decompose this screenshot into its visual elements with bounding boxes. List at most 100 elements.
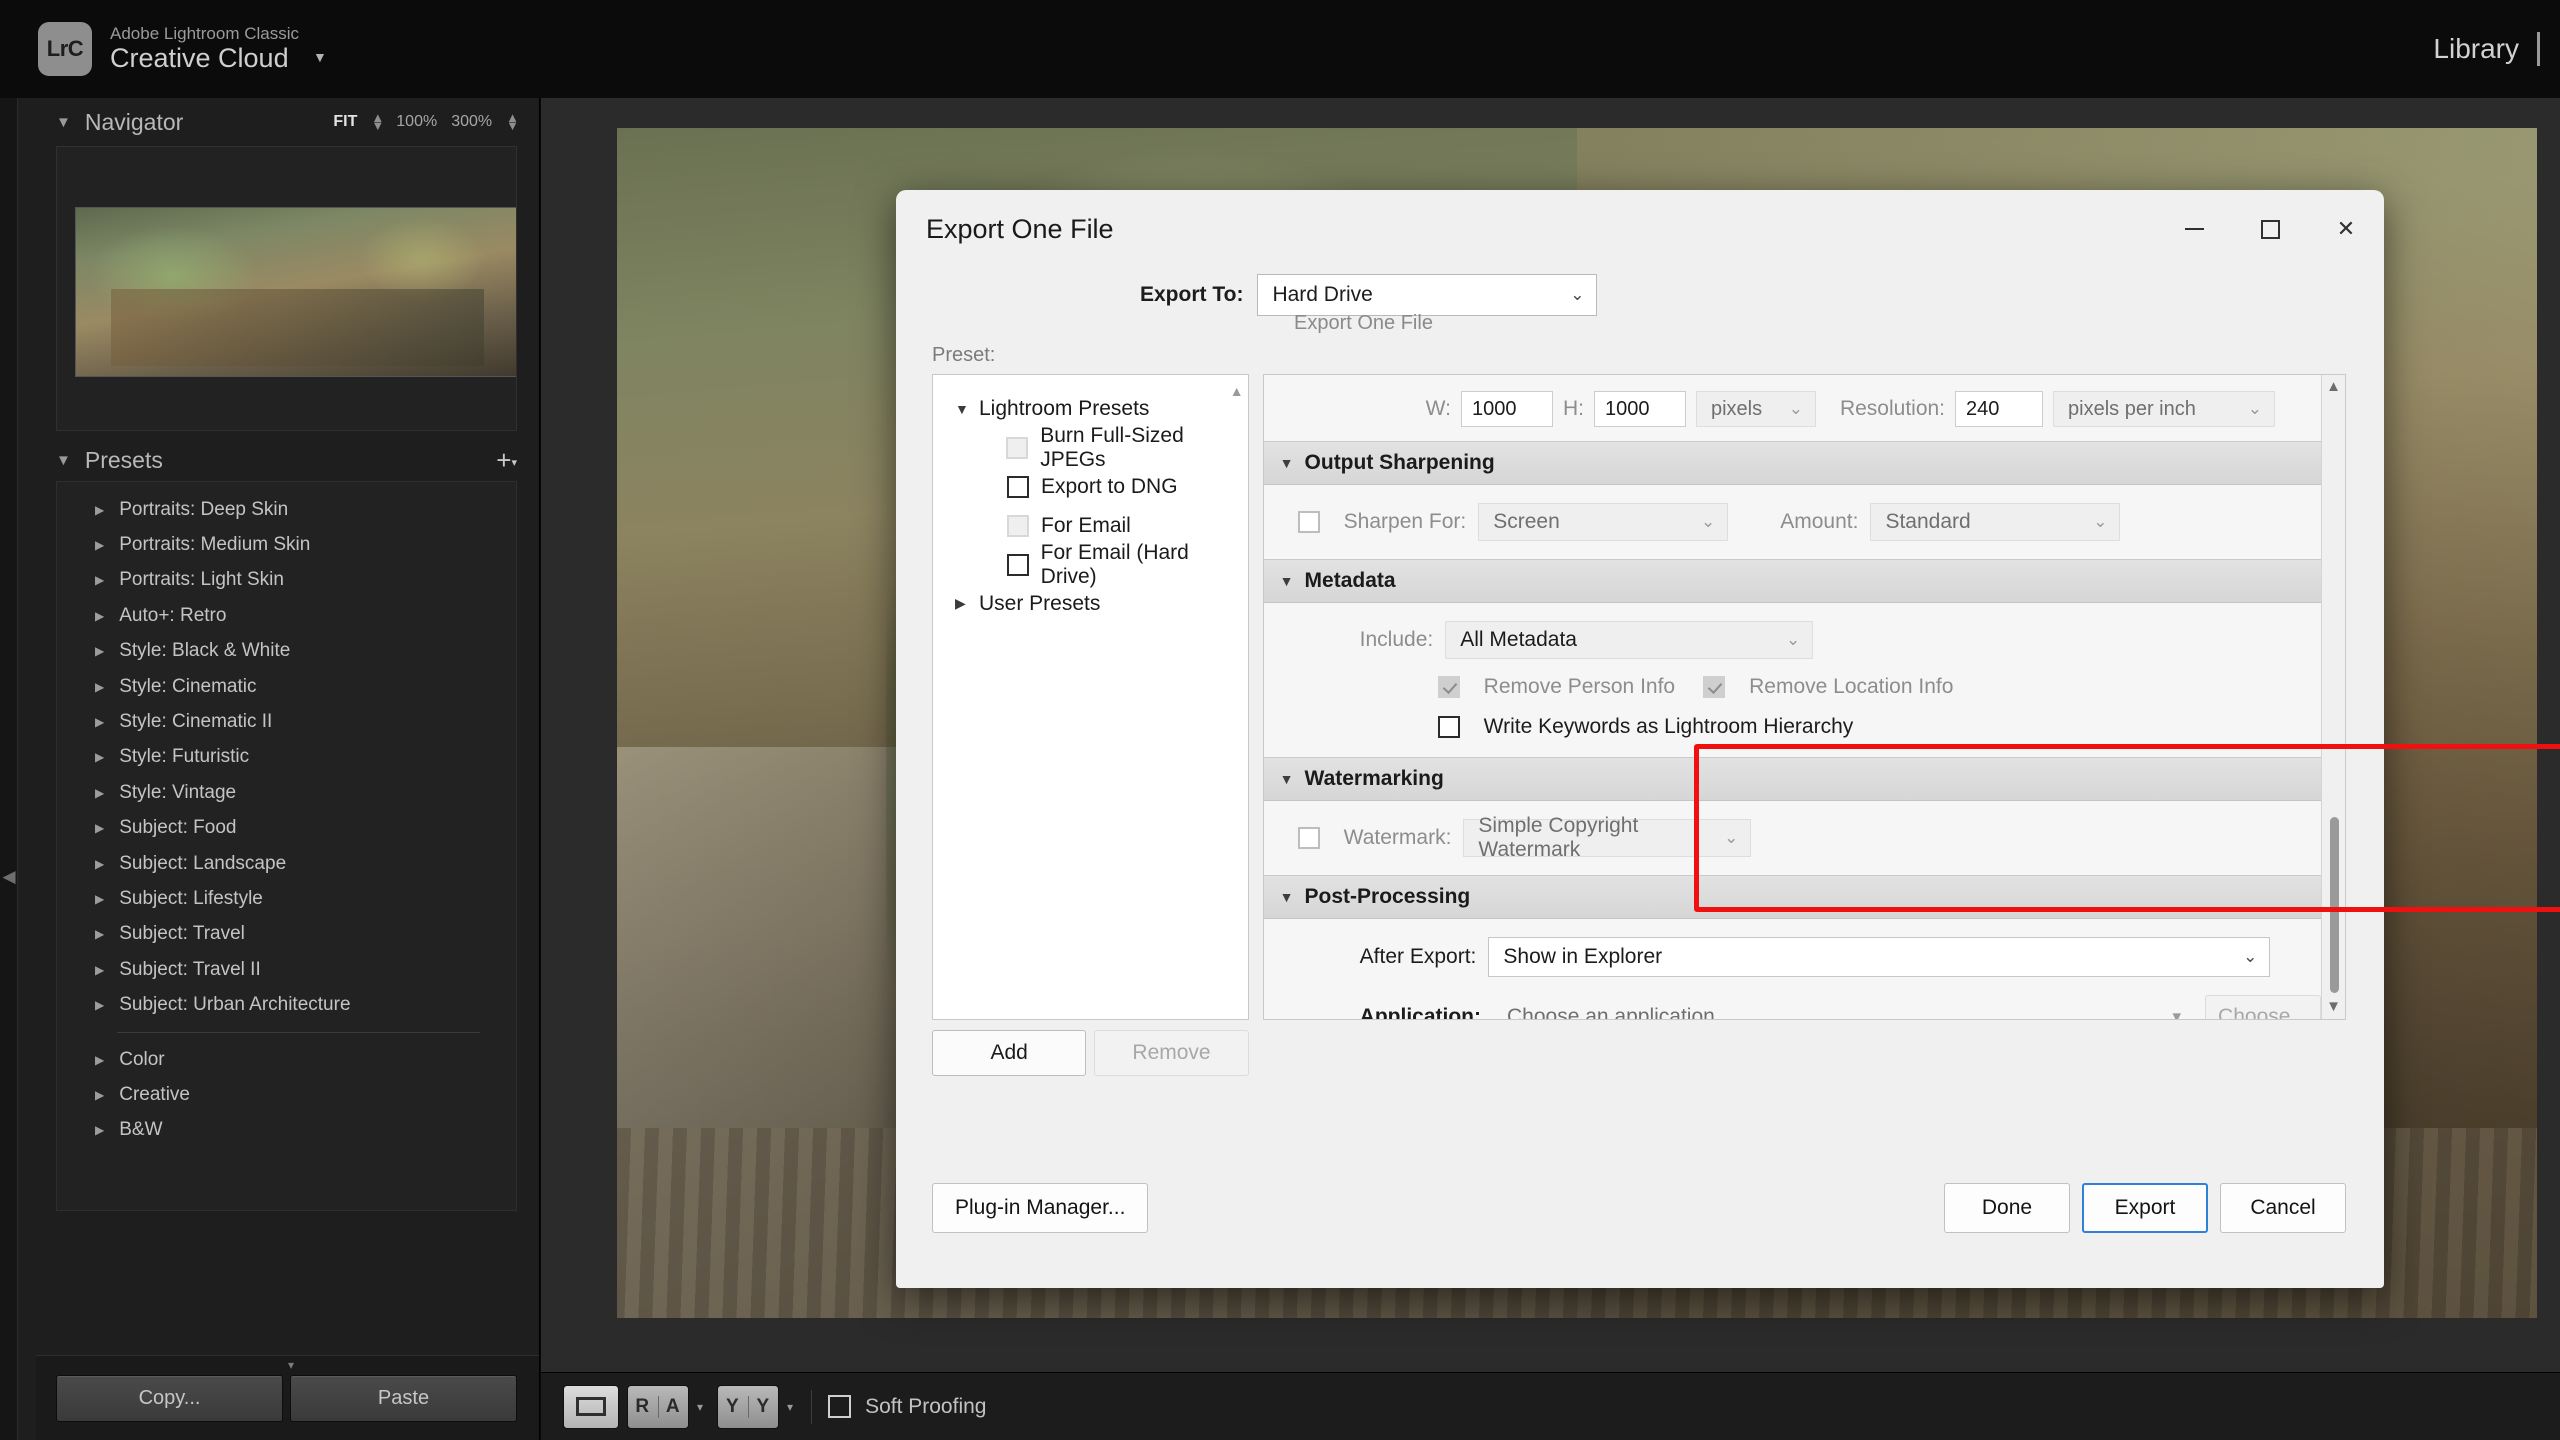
preset-item[interactable]: ▶ Subject: Landscape [57,846,516,881]
preset-tree-row[interactable]: For Email (Hard Drive) [933,541,1248,588]
add-preset-icon[interactable]: +▾ [496,447,517,473]
preset-tree-row[interactable]: ▶ User Presets [933,584,1248,623]
export-to-select[interactable]: Hard Drive ⌄ [1257,274,1598,316]
preset-disclosure-icon[interactable]: ▶ [95,963,104,977]
compare-view-button[interactable]: R A [627,1384,689,1429]
presets-disclosure-icon[interactable]: ▼ [56,452,71,469]
preset-checkbox[interactable] [1006,553,1029,576]
preset-item[interactable]: ▶ Style: Cinematic [57,669,516,704]
application-select[interactable]: Choose an application... ▾ [1493,997,2193,1019]
preset-item[interactable]: ▶ Subject: Food [57,811,516,846]
survey-options-caret-icon[interactable]: ▾ [787,1400,793,1414]
resolution-input[interactable]: 240 [1955,391,2044,427]
add-preset-button[interactable]: Add [932,1030,1087,1076]
height-input[interactable]: 1000 [1593,391,1686,427]
preset-checkbox[interactable] [1007,475,1029,498]
export-settings-scroll[interactable]: ▲ ▼ W: 1000 H: 1000 pixels ⌄ Resolution:… [1262,374,2346,1020]
preset-item[interactable]: ▶ Color [57,1042,516,1077]
paste-button[interactable]: Paste [290,1374,517,1422]
module-picker[interactable]: Library [2433,32,2540,66]
close-icon[interactable]: ✕ [2308,198,2384,260]
preset-item[interactable]: ▶ Portraits: Medium Skin [57,527,516,562]
preset-disclosure-icon[interactable]: ▶ [95,680,104,694]
preset-disclosure-icon[interactable]: ▶ [95,1123,104,1137]
panel-resize-caret-icon[interactable]: ▾ [288,1358,294,1372]
preset-disclosure-icon[interactable]: ▶ [95,998,104,1012]
preset-disclosure-icon[interactable]: ▶ [95,715,104,729]
watermark-select[interactable]: Simple Copyright Watermark ⌄ [1463,814,1752,861]
preset-item[interactable]: ▶ B&W [57,1113,516,1148]
preset-tree-row[interactable]: For Email [933,506,1248,545]
scrollbar-thumb[interactable] [2330,817,2339,993]
navigator-preview[interactable] [56,146,517,431]
preset-item[interactable]: ▶ Portraits: Light Skin [57,563,516,598]
size-unit-select[interactable]: pixels ⌄ [1695,391,1816,427]
navigator-header[interactable]: ▼ Navigator FIT ▲ ▼ 100% 300% ▲ ▼ [18,98,539,146]
include-select[interactable]: All Metadata ⌄ [1445,621,1814,659]
plugin-manager-button[interactable]: Plug-in Manager... [932,1183,1149,1233]
loupe-view-icon[interactable] [563,1384,619,1429]
write-keywords-checkbox[interactable] [1437,716,1460,738]
tree-disclosure-icon[interactable]: ▼ [955,401,979,417]
preset-checkbox[interactable] [1006,436,1029,459]
settings-scrollbar[interactable]: ▲ ▼ [2321,375,2345,1019]
preset-disclosure-icon[interactable]: ▶ [95,857,104,871]
preset-checkbox[interactable] [1007,514,1029,537]
preset-tree-row[interactable]: Export to DNG [933,467,1248,506]
preset-tree-row[interactable]: Burn Full-Sized JPEGs [933,424,1248,471]
sharpen-for-select[interactable]: Screen ⌄ [1478,503,1729,541]
preset-disclosure-icon[interactable]: ▶ [95,750,104,764]
choose-application-button[interactable]: Choose... [2205,995,2321,1019]
preset-disclosure-icon[interactable]: ▶ [95,644,104,658]
preset-item[interactable]: ▶ Creative [57,1077,516,1112]
sharpen-for-checkbox[interactable] [1297,511,1320,533]
preset-disclosure-icon[interactable]: ▶ [95,1088,104,1102]
resolution-unit-select[interactable]: pixels per inch ⌄ [2053,391,2276,427]
preset-tree-row[interactable]: ▼ Lightroom Presets [933,389,1248,428]
preset-disclosure-icon[interactable]: ▶ [95,892,104,906]
export-button[interactable]: Export [2082,1183,2208,1233]
scroll-up-icon[interactable]: ▲ [2322,375,2345,399]
navigator-disclosure-icon[interactable]: ▼ [56,114,71,131]
width-input[interactable]: 1000 [1460,391,1553,427]
after-export-select[interactable]: Show in Explorer ⌄ [1488,937,2271,977]
preset-tree-scrollbar[interactable]: ▲ [1230,383,1244,399]
collapse-left-panel-icon[interactable]: ◀ [0,858,18,896]
watermarking-header[interactable]: ▼ Watermarking [1263,757,2321,801]
soft-proofing-checkbox[interactable] [828,1395,852,1418]
zoom-fit-spinner-icon[interactable]: ▲ ▼ [371,111,384,132]
scroll-down-icon[interactable]: ▼ [2322,995,2345,1019]
dialog-preset-tree[interactable]: ▼ Lightroom Presets Burn Full-Sized JPEGs E… [932,374,1249,1020]
module-library[interactable]: Library [2433,33,2519,65]
watermark-checkbox[interactable] [1297,827,1320,849]
done-button[interactable]: Done [1944,1183,2070,1233]
output-sharpening-header[interactable]: ▼ Output Sharpening [1263,441,2321,485]
survey-view-button[interactable]: Y Y [717,1384,780,1429]
preset-item[interactable]: ▶ Subject: Urban Architecture [57,987,516,1022]
post-processing-header[interactable]: ▼ Post-Processing [1263,875,2321,919]
metadata-header[interactable]: ▼ Metadata [1263,559,2321,603]
preset-item[interactable]: ▶ Style: Black & White [57,634,516,669]
preset-item[interactable]: ▶ Auto+: Retro [57,598,516,633]
preset-item[interactable]: ▶ Style: Vintage [57,775,516,810]
zoom-300[interactable]: 300% [451,113,492,131]
preset-disclosure-icon[interactable]: ▶ [95,821,104,835]
zoom-fit[interactable]: FIT [333,113,357,131]
preset-disclosure-icon[interactable]: ▶ [95,538,104,552]
maximize-icon[interactable] [2232,198,2308,260]
minimize-icon[interactable] [2156,198,2232,260]
cancel-button[interactable]: Cancel [2220,1183,2346,1233]
preset-disclosure-icon[interactable]: ▶ [95,609,104,623]
tree-disclosure-icon[interactable]: ▶ [955,595,979,612]
preset-item[interactable]: ▶ Portraits: Deep Skin [57,492,516,527]
preset-disclosure-icon[interactable]: ▶ [95,573,104,587]
preset-item[interactable]: ▶ Style: Cinematic II [57,704,516,739]
presets-list[interactable]: ▶ Portraits: Deep Skin ▶ Portraits: Medium … [56,481,517,1211]
presets-header[interactable]: ▼ Presets +▾ [18,431,539,479]
preset-disclosure-icon[interactable]: ▶ [95,1053,104,1067]
preset-item[interactable]: ▶ Style: Futuristic [57,740,516,775]
left-panel-edge[interactable]: ◀ [0,98,18,1440]
preset-disclosure-icon[interactable]: ▶ [95,927,104,941]
zoom-custom-spinner-icon[interactable]: ▲ ▼ [506,111,519,132]
preset-item[interactable]: ▶ Subject: Lifestyle [57,881,516,916]
